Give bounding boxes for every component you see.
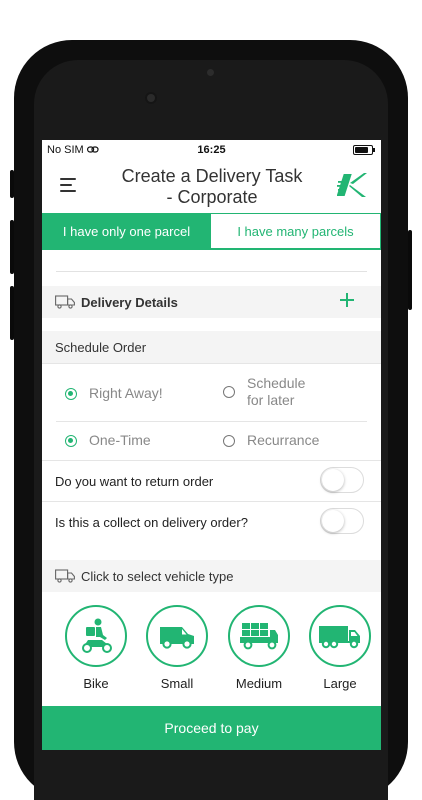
return-order-label: Do you want to return order	[55, 474, 214, 489]
collect-on-delivery-label: Is this a collect on delivery order?	[55, 515, 248, 530]
radio-one-time-label: One-Time	[89, 432, 151, 448]
bike-icon	[82, 618, 112, 653]
delivery-details-label: Delivery Details	[81, 294, 178, 310]
medium-truck-icon	[240, 623, 278, 650]
vehicle-bike[interactable]: Bike	[63, 605, 129, 691]
radio-unselected-icon	[223, 434, 235, 447]
page-title-line-1: Create a Delivery Task	[121, 166, 303, 186]
divider	[56, 271, 367, 272]
vehicle-selector: Bike Small Medium Large	[42, 605, 381, 700]
radio-selected-icon	[65, 387, 77, 400]
schedule-order-label: Schedule Order	[55, 339, 147, 355]
proceed-to-pay-button[interactable]: Proceed to pay	[42, 706, 381, 750]
return-order-row: Do you want to return order	[42, 461, 381, 501]
vehicle-small-ring	[146, 605, 208, 667]
tab-many-parcels[interactable]: I have many parcels	[211, 213, 381, 249]
schedule-order-header: Schedule Order	[42, 331, 381, 364]
page-title: Create a Delivery Task - Corporate	[97, 166, 327, 208]
plus-icon[interactable]	[339, 292, 355, 308]
menu-icon[interactable]	[60, 178, 76, 192]
vehicle-bike-label: Bike	[83, 676, 109, 691]
clock: 16:25	[197, 144, 226, 156]
parcel-tabs: I have only one parcel I have many parce…	[42, 213, 381, 250]
large-truck-icon	[319, 626, 360, 649]
radio-right-away-label: Right Away!	[89, 385, 163, 401]
vehicle-type-label: Click to select vehicle type	[81, 568, 234, 584]
vehicle-medium-label: Medium	[235, 676, 283, 691]
power-button	[408, 230, 412, 310]
radio-schedule-later-line-1: Schedule	[247, 375, 306, 391]
vehicle-medium[interactable]: Medium	[226, 605, 292, 691]
mute-switch	[10, 170, 14, 198]
front-camera	[147, 94, 155, 102]
radio-schedule-later-line-2: for later	[247, 392, 295, 408]
vehicle-large[interactable]: Large	[307, 605, 373, 691]
tab-one-parcel[interactable]: I have only one parcel	[42, 213, 211, 249]
nav-bar: Create a Delivery Task - Corporate	[42, 160, 381, 213]
small-van-icon	[160, 627, 194, 649]
schedule-frequency-row: One-Time Recurrance	[42, 422, 381, 458]
radio-selected-icon	[65, 434, 77, 447]
truck-icon	[55, 569, 75, 583]
collect-on-delivery-row: Is this a collect on delivery order?	[42, 502, 381, 542]
return-order-toggle[interactable]	[320, 467, 364, 493]
brand-logo-icon	[337, 173, 367, 197]
collect-on-delivery-toggle[interactable]	[320, 508, 364, 534]
page-title-line-2: - Corporate	[166, 187, 258, 207]
vehicle-type-header: Click to select vehicle type	[42, 560, 381, 592]
truck-icon	[55, 295, 75, 309]
vehicle-bike-ring	[65, 605, 127, 667]
toggle-knob	[322, 469, 344, 491]
status-bar: No SIM 16:25	[42, 140, 381, 160]
speaker	[207, 69, 214, 76]
schedule-when-row: Right Away! Schedule for later	[42, 364, 381, 420]
radio-recurrance-label: Recurrance	[247, 432, 320, 448]
delivery-details-header[interactable]: Delivery Details	[42, 286, 381, 318]
vehicle-large-ring	[309, 605, 371, 667]
vehicle-medium-ring	[228, 605, 290, 667]
volume-up-button	[10, 220, 14, 274]
radio-unselected-icon	[223, 386, 235, 398]
radio-schedule-later-label: Schedule for later	[247, 375, 305, 409]
radio-right-away[interactable]: Right Away!	[65, 385, 163, 402]
vehicle-small[interactable]: Small	[144, 605, 210, 691]
radio-one-time[interactable]: One-Time	[65, 432, 151, 449]
volume-down-button	[10, 286, 14, 340]
vehicle-small-label: Small	[160, 676, 194, 691]
radio-schedule-later[interactable]: Schedule for later	[223, 375, 305, 409]
vehicle-large-label: Large	[323, 676, 357, 691]
app-screen: No SIM 16:25 Create a Delivery Task - Co…	[42, 140, 381, 750]
radio-recurrance[interactable]: Recurrance	[223, 432, 319, 449]
toggle-knob	[322, 510, 344, 532]
battery-icon	[353, 145, 375, 155]
